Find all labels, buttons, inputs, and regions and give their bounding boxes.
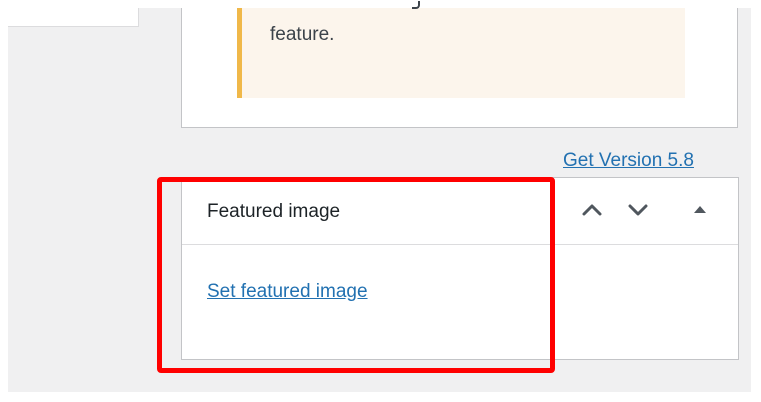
left-panel xyxy=(8,8,139,27)
notice-panel: feature. xyxy=(181,1,738,128)
notice-box: feature. xyxy=(237,1,685,98)
featured-image-panel: Featured image Set featured image xyxy=(181,177,739,360)
move-down-button[interactable] xyxy=(621,193,655,227)
frame-top xyxy=(0,0,761,8)
frame-bottom xyxy=(0,392,761,402)
notice-text-overflow xyxy=(412,1,424,9)
get-version-link[interactable]: Get Version 5.8 xyxy=(563,150,694,172)
triangle-up-icon xyxy=(694,206,706,213)
move-up-button[interactable] xyxy=(575,193,609,227)
featured-image-title: Featured image xyxy=(207,201,341,222)
panel-controls xyxy=(567,193,717,227)
frame-left xyxy=(0,0,8,402)
set-featured-image-link[interactable]: Set featured image xyxy=(207,281,368,303)
featured-image-header: Featured image xyxy=(182,178,738,245)
toggle-panel-button[interactable] xyxy=(683,193,717,227)
chevron-up-icon xyxy=(582,204,602,216)
chevron-down-icon xyxy=(628,204,648,216)
notice-text: feature. xyxy=(270,24,335,45)
frame-right xyxy=(751,0,761,402)
